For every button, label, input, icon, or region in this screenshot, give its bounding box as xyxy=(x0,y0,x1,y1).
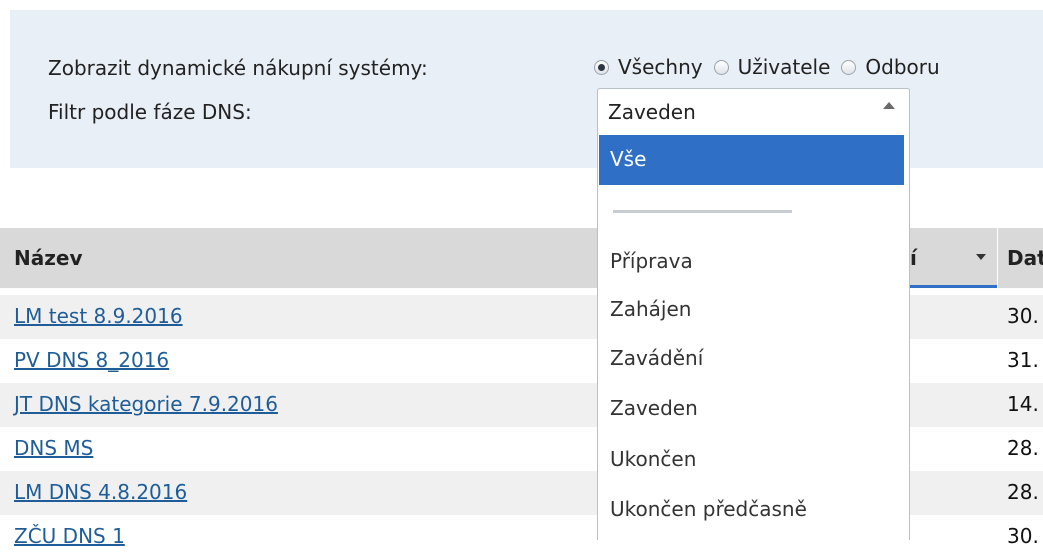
row-date: 30. xyxy=(1007,304,1039,328)
radio-vsechny[interactable] xyxy=(594,59,609,75)
phase-select-value: Zaveden xyxy=(608,100,696,124)
phase-dropdown-list: Vše Příprava Zahájen Zavádění Zaveden Uk… xyxy=(597,130,910,540)
chevron-up-icon[interactable] xyxy=(883,102,895,109)
radio-uzivatele[interactable] xyxy=(713,59,729,75)
dns-scope-radio-group: Všechny Uživatele Odboru xyxy=(594,55,951,79)
sorted-column-indicator xyxy=(910,285,997,288)
option-ukoncen-predcasne[interactable]: Ukončen předčasně xyxy=(598,493,909,527)
option-separator xyxy=(613,210,792,213)
row-name-link[interactable]: LM DNS 4.8.2016 xyxy=(14,480,187,504)
row-date: 30. xyxy=(1007,524,1039,548)
option-zahajen[interactable]: Zahájen xyxy=(598,293,909,327)
column-divider xyxy=(997,228,998,288)
row-date: 28. xyxy=(1007,436,1039,460)
show-dns-label: Zobrazit dynamické nákupní systémy: xyxy=(48,56,428,80)
row-name-link[interactable]: PV DNS 8_2016 xyxy=(14,348,169,372)
row-date: 14. xyxy=(1007,392,1039,416)
option-zavadeni[interactable]: Zavádění xyxy=(598,342,909,376)
sort-desc-icon[interactable] xyxy=(976,254,986,260)
option-vse[interactable]: Vše xyxy=(599,135,904,185)
option-priprava[interactable]: Příprava xyxy=(598,245,909,279)
row-date: 28. xyxy=(1007,480,1039,504)
radio-vsechny-label[interactable]: Všechny xyxy=(618,55,703,79)
radio-uzivatele-label[interactable]: Uživatele xyxy=(738,55,831,79)
row-name-link[interactable]: ZČU DNS 1 xyxy=(14,524,125,548)
option-zaveden[interactable]: Zaveden xyxy=(598,392,909,426)
column-header-date[interactable]: Dat xyxy=(1007,246,1043,270)
row-name-link[interactable]: LM test 8.9.2016 xyxy=(14,304,183,328)
radio-odboru-label[interactable]: Odboru xyxy=(865,55,939,79)
row-name-link[interactable]: DNS MS xyxy=(14,436,93,460)
phase-filter-label: Filtr podle fáze DNS: xyxy=(48,100,252,124)
column-header-partial[interactable]: í xyxy=(910,246,917,270)
row-date: 31. xyxy=(1007,348,1039,372)
phase-select[interactable]: Zaveden xyxy=(597,88,910,130)
column-header-name[interactable]: Název xyxy=(14,246,82,270)
radio-odboru[interactable] xyxy=(841,59,857,75)
row-name-link[interactable]: JT DNS kategorie 7.9.2016 xyxy=(14,392,278,416)
option-ukoncen[interactable]: Ukončen xyxy=(598,443,909,477)
